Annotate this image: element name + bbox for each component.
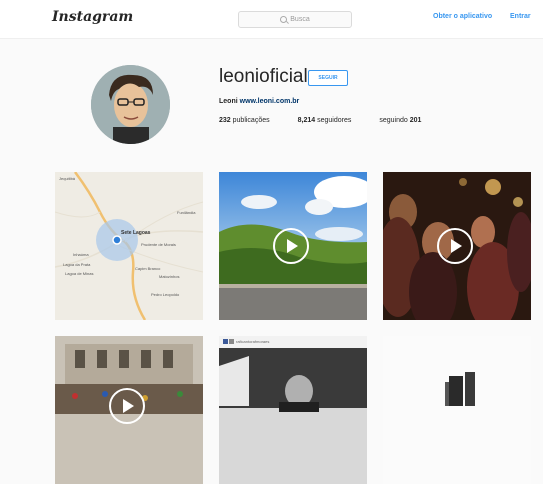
followers-count: 8,214 [297, 117, 316, 124]
post-tile-building-crowd[interactable] [55, 336, 203, 484]
bio-name: Leoni [219, 98, 238, 105]
following-label: seguindo [379, 117, 408, 124]
post-tile-video-landscape[interactable] [219, 172, 367, 320]
get-app-link[interactable]: Obter o aplicativo [433, 13, 492, 20]
map-label: Sete Lagoas [121, 230, 151, 236]
post-tile-map[interactable]: Sete Lagoas Prudente de Morais Capim Bra… [55, 172, 203, 320]
post-tile-bw-photo[interactable]: raficantorafmoraes [219, 336, 367, 484]
top-navigation-bar: Instagram Busca Obter o aplicativo Entra… [0, 0, 543, 39]
profile-stats: 232 publicações 8,214 seguidores seguind… [219, 117, 421, 124]
search-placeholder: Busca [290, 16, 310, 23]
map-label: Prudente de Morais [141, 242, 176, 247]
play-icon [109, 388, 145, 424]
bio-website-link[interactable]: www.leoni.com.br [240, 98, 300, 105]
followers-stat[interactable]: 8,214 seguidores [298, 117, 352, 124]
map-label: Lagoa de Minas [65, 271, 94, 276]
login-link[interactable]: Entrar [510, 13, 531, 20]
map-label: Lagoa da Prata [63, 262, 91, 267]
posts-label: publicações [232, 117, 270, 124]
profile-username: leonioficial [219, 66, 308, 87]
search-icon [280, 16, 288, 23]
post-tile-video-crowd[interactable] [383, 172, 531, 320]
map-label: Pedro Leopoldo [151, 292, 180, 297]
search-input[interactable]: Busca [238, 11, 352, 28]
post-caption: raficantorafmoraes [236, 339, 270, 344]
following-stat[interactable]: seguindo 201 [379, 117, 421, 124]
play-icon [273, 228, 309, 264]
play-icon [437, 228, 473, 264]
followers-label: seguidores [317, 117, 352, 124]
follow-button[interactable]: SEGUIR [308, 70, 348, 86]
map-label: Inhaúma [73, 252, 89, 257]
map-label: Capim Branco [135, 266, 161, 271]
map-label: Funilândia [177, 210, 196, 215]
instagram-logo[interactable]: Instagram [52, 9, 133, 25]
posts-stat: 232 publicações [219, 117, 270, 124]
map-label: Jequitibá [59, 176, 76, 181]
profile-avatar [91, 65, 170, 144]
posts-count: 232 [219, 117, 231, 124]
profile-bio: Leoni www.leoni.com.br [219, 98, 299, 105]
following-count: 201 [409, 117, 422, 124]
map-label: Matozinhos [159, 274, 180, 279]
post-tile-tower[interactable] [383, 336, 531, 484]
